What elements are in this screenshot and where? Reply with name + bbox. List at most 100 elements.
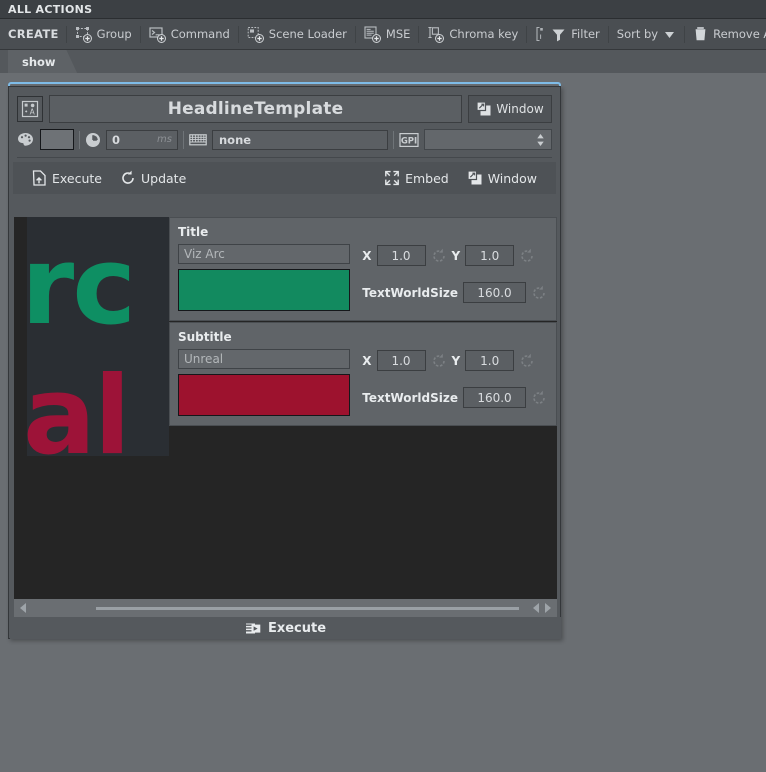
preview-glyph-bottom: al — [27, 354, 131, 457]
toolbar-item-mse[interactable]: MSE — [357, 19, 418, 50]
toolbar-separator — [354, 25, 356, 43]
title-color-swatch[interactable] — [178, 269, 351, 311]
scroll-left-arrow-icon-2[interactable] — [533, 603, 539, 613]
horizontal-scrollbar[interactable] — [14, 599, 557, 617]
title-x-label: X — [362, 248, 372, 263]
window-title: ALL ACTIONS — [8, 2, 93, 16]
title-text-input[interactable]: Viz Arc — [178, 244, 351, 264]
subtitle-tws-value: 160.0 — [477, 390, 512, 405]
embed-expand-icon — [384, 170, 400, 186]
shortcut-value: none — [219, 132, 252, 147]
toolbar-item-sort-by[interactable]: Sort by — [610, 19, 683, 50]
preview-glyph-top: rc — [27, 224, 136, 349]
embed-button[interactable]: Embed — [375, 162, 458, 194]
title-tws-input[interactable]: 160.0 — [463, 282, 526, 303]
subtitle-text-value: Unreal — [184, 352, 224, 366]
window-button[interactable]: Window — [468, 95, 552, 123]
gpi-select[interactable] — [424, 129, 552, 150]
toolbar-item-group[interactable]: Group — [68, 19, 139, 50]
subtitle-tws-input[interactable]: 160.0 — [463, 387, 526, 408]
toolbar-separator — [526, 25, 528, 43]
tab-show-label: show — [22, 55, 56, 69]
scroll-left-arrow-icon[interactable] — [20, 603, 26, 613]
card-footer-execute-label: Execute — [267, 620, 327, 636]
delay-value: 0 — [112, 132, 121, 147]
toolbar-item-command[interactable]: Command — [142, 19, 237, 50]
reset-icon[interactable] — [519, 248, 535, 264]
toolbar-separator — [237, 25, 239, 43]
create-label: CREATE — [8, 27, 59, 41]
svg-text:A: A — [30, 108, 36, 117]
toolbar-item-chroma-key[interactable]: Chroma key — [420, 19, 525, 50]
reset-icon[interactable] — [531, 390, 547, 406]
delay-field[interactable]: 0 ms — [106, 129, 178, 150]
reset-icon[interactable] — [431, 248, 447, 264]
separator — [79, 130, 80, 149]
section-title: Title Viz Arc X 1.0 Y 1.0 TextWorldSize … — [169, 217, 557, 321]
gpi-icon: GPI — [399, 132, 419, 148]
action-card[interactable]: A HeadlineTemplate Window 0 ms none GPI … — [8, 86, 561, 639]
window-button-label: Window — [496, 102, 544, 116]
execute-button[interactable]: Execute — [23, 162, 111, 194]
execute-button-label: Execute — [52, 170, 102, 186]
title-x-input[interactable]: 1.0 — [376, 245, 426, 266]
trash-icon — [693, 26, 708, 42]
toolbar-separator — [607, 25, 609, 43]
divider — [17, 157, 552, 158]
separator — [393, 130, 394, 149]
spinner-updown-icon — [536, 133, 545, 147]
action-body: rc al Title Viz Arc X 1.0 Y 1.0 TextWorl… — [14, 217, 557, 599]
tab-strip: show — [0, 50, 766, 74]
toolbar-item-remove-all[interactable]: Remove All — [686, 19, 766, 50]
execute-play-icon — [244, 621, 261, 636]
template-preview-thumbnail[interactable]: rc al — [27, 217, 169, 456]
scroll-right-arrow-icon[interactable] — [545, 603, 551, 613]
template-text-icon: A — [21, 100, 39, 118]
actions-canvas: A HeadlineTemplate Window 0 ms none GPI … — [0, 73, 766, 772]
window-titlebar: ALL ACTIONS — [0, 0, 766, 19]
palette-icon — [17, 132, 35, 147]
scroll-thumb[interactable] — [96, 606, 519, 610]
embed-button-label: Embed — [405, 170, 449, 186]
toolbar-item-mse-label: MSE — [385, 27, 411, 41]
update-button-label: Update — [141, 170, 187, 186]
action-color-swatch[interactable] — [40, 129, 74, 150]
window-icon — [467, 170, 483, 186]
group-add-icon — [75, 26, 92, 43]
action-name-field[interactable]: HeadlineTemplate — [49, 95, 462, 123]
execute-icon — [32, 170, 47, 186]
shortcut-field[interactable]: none — [212, 129, 388, 150]
tab-show[interactable]: show — [8, 50, 78, 74]
title-y-input[interactable]: 1.0 — [465, 245, 515, 266]
subtitle-x-input[interactable]: 1.0 — [376, 350, 426, 371]
section-title-heading: Title — [178, 225, 209, 239]
reset-icon[interactable] — [431, 353, 447, 369]
reset-icon[interactable] — [519, 353, 535, 369]
template-type-icon-button[interactable]: A — [17, 96, 43, 122]
reset-icon[interactable] — [531, 285, 547, 301]
update-button[interactable]: Update — [111, 162, 195, 194]
separator — [183, 130, 184, 149]
toolbar-item-scene-loader-label: Scene Loader — [268, 27, 347, 41]
subtitle-color-swatch[interactable] — [178, 374, 351, 416]
title-tws-value: 160.0 — [477, 285, 512, 300]
mse-add-icon — [364, 25, 381, 43]
window-toggle-button[interactable]: Window — [458, 162, 546, 194]
title-tws-label: TextWorldSize — [362, 285, 458, 300]
toolbar-item-scene-loader[interactable]: Scene Loader — [240, 19, 354, 50]
toolbar-item-command-label: Command — [170, 27, 230, 41]
field-sections: Title Viz Arc X 1.0 Y 1.0 TextWorldSize … — [169, 217, 557, 427]
action-toolbar: Execute Update Embed Window — [13, 162, 556, 194]
toolbar-item-filter[interactable]: Filter — [528, 19, 606, 50]
keyboard-icon — [189, 133, 207, 147]
section-subtitle-heading: Subtitle — [178, 330, 232, 344]
section-subtitle: Subtitle Unreal X 1.0 Y 1.0 TextWorldSiz… — [169, 322, 557, 426]
card-footer-execute-button[interactable]: Execute — [10, 617, 561, 639]
toolbar-separator — [139, 25, 141, 43]
subtitle-x-label: X — [362, 353, 372, 368]
subtitle-y-input[interactable]: 1.0 — [465, 350, 515, 371]
subtitle-text-input[interactable]: Unreal — [178, 349, 351, 369]
action-properties-row: 0 ms none GPI — [9, 123, 560, 157]
delay-unit: ms — [157, 134, 172, 145]
toolbar-item-filter-label: Filter — [571, 27, 600, 41]
